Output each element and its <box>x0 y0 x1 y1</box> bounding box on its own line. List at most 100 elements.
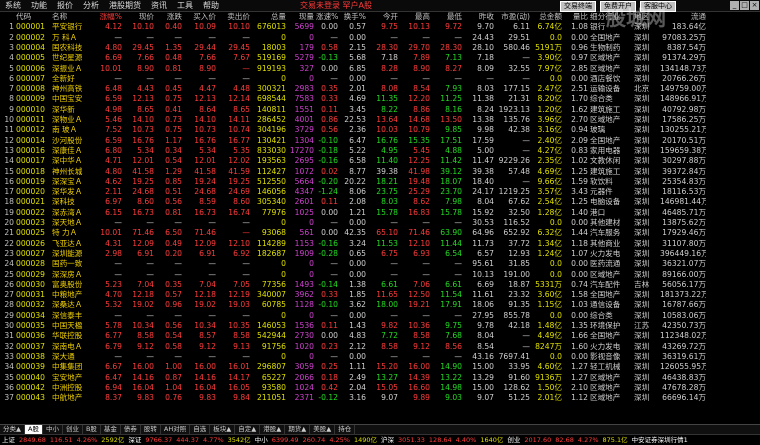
table-row[interactable]: 10 000011 深物业Ａ 5.46 14.10 0.73 14.10 14.11 28645… <box>0 115 760 125</box>
table-row[interactable]: 29 000034 深信泰丰 — — — — — 0 0 — 0.00 — — — 27.95 855.78 0.… <box>0 311 760 321</box>
column-header[interactable]: 流通 <box>660 12 706 22</box>
table-cell: 17270 <box>289 145 314 155</box>
table-cell: 4.80 <box>105 166 122 176</box>
tab-2[interactable]: 中小 <box>43 425 63 434</box>
tab-1[interactable]: A股 <box>25 425 43 434</box>
table-cell: 10.01 <box>100 228 122 238</box>
table-cell: 10.13 <box>408 22 430 32</box>
column-header[interactable]: 卖出价 <box>218 12 250 22</box>
table-row[interactable]: 1 000001 平安银行 4.12 10.10 0.40 10.09 10.10 676013… <box>0 22 760 32</box>
table-row[interactable]: 6 000007 全新好 — — — — —0 0—0.00— — — — —0.0 0.00 酒店餐饮 深圳… <box>0 74 760 84</box>
table-cell: 12.14 <box>228 94 250 104</box>
column-header[interactable]: 涨跌 <box>156 12 182 22</box>
column-header[interactable]: 名称 <box>52 12 92 22</box>
column-header[interactable]: 现量 <box>288 12 314 22</box>
table-row[interactable]: 25 000029 深深房Ａ — — — — — 0 0 — 0.00 — — — 10.13 191.00 0.… <box>0 270 760 280</box>
table-row[interactable]: 24 000028 国药一致 — — — — — 0 0 — 0.00 — — — 95.61 31.85 0.0… <box>0 259 760 269</box>
column-header[interactable]: 地区 <box>634 12 658 22</box>
column-header[interactable]: 买入价 <box>184 12 216 22</box>
table-row[interactable]: 30 000035 中国天楹 5.78 10.34 0.56 10.34 10.35 14605… <box>0 321 760 331</box>
table-row[interactable]: 21 000025 特 力Ａ 10.01 71.46 6.50 71.46 — 93068 561… <box>0 228 760 238</box>
tab-12[interactable]: 港股▲ <box>260 425 286 434</box>
menu-item-5[interactable]: 资讯 <box>146 0 172 11</box>
tab-4[interactable]: B股 <box>83 425 101 434</box>
column-header[interactable]: 最低 <box>432 12 462 22</box>
tab-13[interactable]: 期货▲ <box>285 425 311 434</box>
table-cell: 000014 <box>16 135 45 145</box>
column-header[interactable]: 现价 <box>124 12 154 22</box>
column-header[interactable]: 涨速% <box>316 12 338 22</box>
menu-item-3[interactable]: 分析 <box>78 0 104 11</box>
tab-6[interactable]: 债券 <box>121 425 141 434</box>
menu-item-2[interactable]: 报价 <box>52 0 78 11</box>
table-row[interactable]: 8 000009 中国宝安 6.59 12.13 0.75 12.13 12.14 698544… <box>0 94 760 104</box>
table-row[interactable]: 27 000031 中粮地产 4.70 12.18 0.57 12.18 12.19 34000… <box>0 290 760 300</box>
tab-7[interactable]: 股转 <box>141 425 161 434</box>
table-row[interactable]: 11 000012 南 玻Ａ 7.52 10.73 0.75 10.73 10.74 30419… <box>0 125 760 135</box>
table-row[interactable]: 20 000023 深天地Ａ — — — — — 0 0 — 0.00 — — — 30.53 116.52 0.… <box>0 218 760 228</box>
table-row[interactable]: 17 000020 深华发Ａ 2.11 24.68 0.51 24.68 24.69 14605… <box>0 187 760 197</box>
column-header[interactable]: 涨幅% <box>94 12 122 22</box>
table-cell: 深圳 <box>634 115 650 124</box>
minimize-icon[interactable]: _ <box>730 1 739 10</box>
table-row[interactable]: 14 000017 深中华Ａ 4.71 12.01 0.54 12.01 12.02 19356… <box>0 156 760 166</box>
table-row[interactable]: 2 000002 万 科Ａ — — — — —0 0—0.00— — —24.43 29.51 0.0 0… <box>0 33 760 43</box>
table-row[interactable]: 7 000008 神州高铁 6.48 4.43 0.45 4.47 4.48 300321 298… <box>0 84 760 94</box>
table-row[interactable]: 36 000042 中洲控股 6.94 16.04 1.04 16.04 16.05 93580… <box>0 383 760 393</box>
maximize-icon[interactable]: □ <box>740 1 749 10</box>
table-cell: 11.44 <box>440 238 462 248</box>
table-cell: 1020 <box>294 341 314 351</box>
table-row[interactable]: 26 000030 富奥股份 5.23 7.04 0.35 7.04 7.05 77356 149… <box>0 280 760 290</box>
tab-14[interactable]: 美股▲ <box>310 425 336 434</box>
table-row[interactable]: 12 000014 沙河股份 6.59 16.76 1.17 16.76 16.77 13042… <box>0 136 760 146</box>
table-row[interactable]: 3 000004 国农科技 4.80 29.45 1.35 29.44 29.45 18003 1… <box>0 43 760 53</box>
menu-item-6[interactable]: 工具 <box>172 0 198 11</box>
table-row[interactable]: 5 000006 深振业Ａ 10.01 8.90 0.81 8.90 — 919193 327 0.… <box>0 64 760 74</box>
table-row[interactable]: 4 000005 世纪星源 6.69 7.66 0.48 7.66 7.67 519169 527… <box>0 53 760 63</box>
table-cell: 神州长城 <box>52 166 83 176</box>
tab-11[interactable]: 自定▲ <box>235 425 261 434</box>
column-header[interactable]: 量比 <box>564 12 588 22</box>
column-header[interactable]: 换手% <box>340 12 366 22</box>
column-header[interactable]: 昨收 <box>464 12 494 22</box>
table-row[interactable]: 16 000019 深深宝Ａ 4.62 19.25 0.85 19.24 19.25 51255… <box>0 177 760 187</box>
table-row[interactable]: 31 000036 华联控股 6.77 8.58 0.54 8.57 8.58 542944 27… <box>0 331 760 341</box>
column-header[interactable]: 代码 <box>16 12 50 22</box>
column-header[interactable]: 市盈(动) <box>496 12 530 22</box>
table-row[interactable]: 13 000016 深康佳Ａ 6.80 5.34 0.34 5.34 5.35 833030 17… <box>0 146 760 156</box>
column-header[interactable]: 最高 <box>400 12 430 22</box>
table-cell: 191.00 <box>503 269 530 279</box>
column-header[interactable]: 细分行业 <box>590 12 632 22</box>
menu-item-1[interactable]: 功能 <box>26 0 52 11</box>
table-row[interactable]: 37 000043 中航地产 8.37 9.83 0.76 9.83 9.84 211051 23… <box>0 393 760 403</box>
menu-item-0[interactable]: 系统 <box>0 0 26 11</box>
table-row[interactable]: 28 000032 深桑达Ａ 5.32 19.02 0.96 19.02 19.03 60785… <box>0 300 760 310</box>
tab-9[interactable]: 自选 <box>190 425 211 434</box>
trading-terminal-button[interactable]: 交易终端 <box>560 1 596 12</box>
table-row[interactable]: 19 000022 深赤湾Ａ 6.15 16.73 0.81 16.73 16.74 77976… <box>0 208 760 218</box>
table-row[interactable]: 35 000040 宝安地产 6.47 14.16 0.87 14.16 14.17 65227… <box>0 373 760 383</box>
table-row[interactable]: 9 000010 深华新 4.98 8.65 0.41 8.64 8.65 140811 1551… <box>0 105 760 115</box>
table-row[interactable]: 18 000021 深科技 6.97 8.60 0.56 8.59 8.60 305340 260… <box>0 197 760 207</box>
table-row[interactable]: 22 000026 飞亚达Ａ 4.31 12.09 0.49 12.09 12.10 11428… <box>0 239 760 249</box>
column-header[interactable] <box>0 12 14 22</box>
table-cell: 4.62 <box>105 176 122 186</box>
table-row[interactable]: 15 000018 神州长城 4.80 41.58 1.29 41.58 41.59 11242… <box>0 167 760 177</box>
column-header[interactable]: 总金额 <box>532 12 562 22</box>
table-row[interactable]: 32 000037 深南电Ａ 6.79 9.12 0.58 9.12 9.13 91756 102… <box>0 342 760 352</box>
table-row[interactable]: 23 000027 深圳能源 2.98 6.91 0.20 6.91 6.92 182687 19… <box>0 249 760 259</box>
tab-10[interactable]: 板块▲ <box>210 425 236 434</box>
table-cell: 000043 <box>16 393 45 403</box>
tab-3[interactable]: 创业 <box>63 425 83 434</box>
tab-8[interactable]: AH对照 <box>161 425 191 434</box>
close-icon[interactable]: × <box>750 1 759 10</box>
menu-item-4[interactable]: 港股期货 <box>104 0 146 11</box>
tab-15[interactable]: 持仓 <box>335 425 356 434</box>
tab-0[interactable]: 分类▲ <box>0 425 25 434</box>
column-header[interactable]: 今开 <box>368 12 398 22</box>
tab-5[interactable]: 基金 <box>101 425 121 434</box>
menu-item-7[interactable]: 帮助 <box>198 0 224 11</box>
table-row[interactable]: 33 000038 深大通 — — — — — 0 0 — 0.00 — — — 43.16 7697.41 0.… <box>0 352 760 362</box>
table-row[interactable]: 34 000039 中集集团 6.67 16.00 1.00 16.00 16.01 29680… <box>0 362 760 372</box>
column-header[interactable]: 总量 <box>252 12 286 22</box>
